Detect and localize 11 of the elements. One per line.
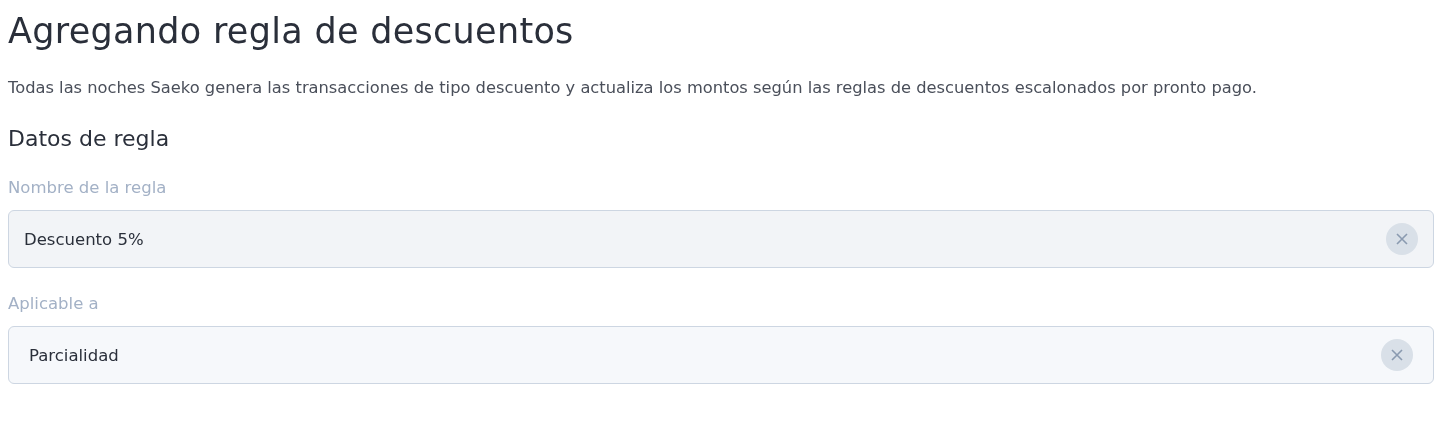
page-description: Todas las noches Saeko genera las transacciones de tipo descuento y actualiza los montos según las reglas de descuentos escalonados por pronto pago. [8, 77, 1258, 99]
page-title: Agregando regla de descuentos [8, 10, 575, 53]
field-label: Aplicable a [8, 293, 100, 315]
select-field[interactable]: Parcialidad [8, 326, 1434, 384]
clear-button[interactable] [1381, 339, 1413, 371]
input-field[interactable]: Descuento 5% [8, 210, 1434, 268]
section-title: Datos de regla [8, 125, 171, 153]
close-icon [1395, 232, 1409, 246]
field-label: Nombre de la regla [8, 177, 168, 199]
clear-button[interactable] [1386, 223, 1418, 255]
close-icon [1390, 348, 1404, 362]
